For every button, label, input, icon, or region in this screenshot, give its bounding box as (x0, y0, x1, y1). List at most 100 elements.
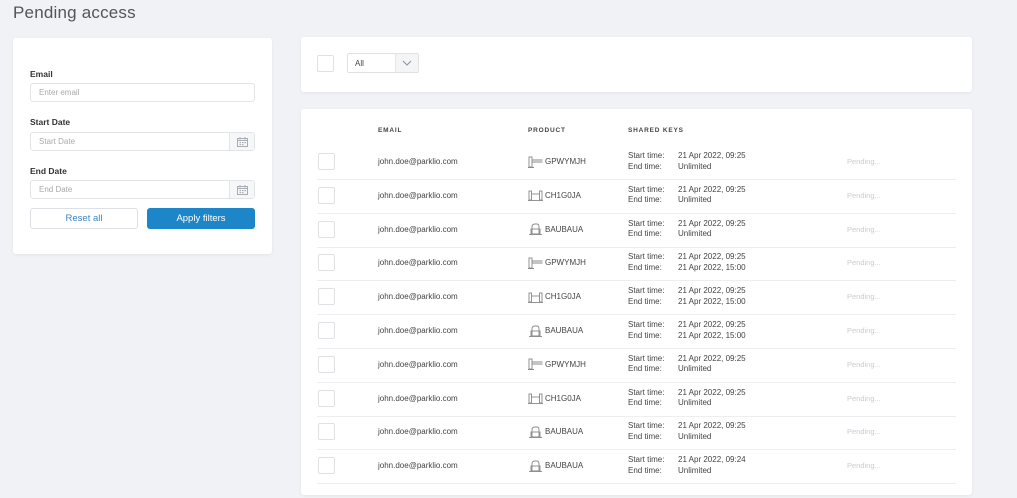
row-product-code: BAUBAUA (545, 224, 584, 234)
row-product: GPWYMJH (528, 246, 586, 279)
row-product-code: CH1G0JA (545, 190, 582, 200)
start-time-label: Start time: (628, 455, 665, 465)
row-email: john.doe@parklio.com (378, 224, 458, 234)
row-status: Pending... (847, 292, 881, 302)
row-product: CH1G0JA (528, 382, 581, 415)
row-status: Pending... (847, 461, 881, 471)
row-start-time: 21 Apr 2022, 09:25 (678, 151, 746, 160)
row-product: BAUBAUA (528, 415, 583, 448)
row-product: GPWYMJH (528, 145, 586, 178)
column-header-email: EMAIL (378, 127, 403, 134)
start-time-label: Start time: (628, 218, 665, 228)
row-checkbox[interactable] (318, 186, 335, 204)
end-date-placeholder: End Date (39, 185, 73, 194)
row-checkbox[interactable] (318, 288, 335, 306)
row-email: john.doe@parklio.com (378, 326, 458, 335)
end-time-label: End time: (628, 296, 662, 306)
table-row[interactable]: john.doe@parklio.com CH1G0JA Start time: 21… (317, 382, 956, 417)
row-product: CH1G0JA (528, 179, 581, 212)
row-checkbox[interactable] (318, 389, 335, 407)
row-email: john.doe@parklio.com (378, 258, 458, 268)
row-start-time: 21 Apr 2022, 09:25 (678, 387, 746, 397)
row-start-time: 21 Apr 2022, 09:25 (678, 286, 746, 296)
start-time-label: Start time: (628, 387, 665, 397)
chevron-down-icon[interactable] (395, 54, 418, 72)
row-status: Pending... (847, 427, 881, 437)
table-row[interactable]: john.doe@parklio.com CH1G0JA Start time: 21… (317, 179, 956, 214)
lock-icon (528, 426, 545, 438)
start-time-label: Start time: (628, 353, 665, 363)
row-checkbox[interactable] (318, 322, 335, 339)
end-date-field[interactable]: End Date (30, 180, 255, 199)
row-start-time: 21 Apr 2022, 09:25 (678, 218, 746, 228)
row-start-time: 21 Apr 2022, 09:25 (678, 184, 746, 194)
barrier-icon (528, 358, 545, 371)
row-end-time: Unlimited (678, 161, 712, 171)
start-time-label: Start time: (628, 320, 665, 329)
row-end-time: Unlimited (678, 398, 712, 408)
row-email: john.doe@parklio.com (378, 427, 458, 437)
table-row[interactable]: john.doe@parklio.com BAUBAUA Start time: 21… (317, 415, 956, 451)
end-time-label: End time: (628, 262, 662, 272)
end-time-label: End time: (628, 465, 662, 475)
end-time-label: End time: (628, 229, 662, 239)
column-header-shared-keys: SHARED KEYS (628, 127, 684, 134)
reset-all-button[interactable]: Reset all (30, 208, 138, 229)
row-checkbox[interactable] (318, 457, 335, 475)
end-time-label: End time: (628, 431, 662, 441)
row-shared-keys: Start time: 21 Apr 2022, 09:25 End time: Un… (628, 354, 746, 375)
row-checkbox[interactable] (318, 423, 335, 441)
row-email: john.doe@parklio.com (378, 292, 458, 302)
row-status: Pending... (847, 224, 881, 234)
row-email: john.doe@parklio.com (378, 393, 458, 403)
start-time-label: Start time: (628, 286, 665, 296)
row-product-code: BAUBAUA (545, 461, 584, 471)
table-row[interactable]: john.doe@parklio.com BAUBAUA Start time: 21… (317, 449, 956, 485)
filter-panel: Email Start Date Start Date End Date End… (13, 38, 272, 254)
row-status: Pending... (847, 326, 881, 335)
selection-dropdown[interactable]: All (347, 53, 419, 73)
row-product: BAUBAUA (528, 449, 583, 482)
row-checkbox[interactable] (318, 355, 335, 373)
email-field[interactable] (30, 83, 255, 102)
table-row[interactable]: john.doe@parklio.com CH1G0JA Start time: 21… (317, 280, 956, 316)
table-row[interactable]: john.doe@parklio.com BAUBAUA Start time: 21… (317, 314, 956, 349)
gate-icon (528, 291, 545, 303)
barrier-icon (528, 156, 545, 168)
table-row[interactable]: john.doe@parklio.com GPWYMJH Start time: 21… (317, 348, 956, 383)
table-row[interactable]: john.doe@parklio.com BAUBAUA Start time: 21… (317, 213, 956, 248)
start-date-field[interactable]: Start Date (30, 132, 255, 151)
row-product-code: CH1G0JA (545, 292, 582, 302)
apply-filters-button[interactable]: Apply filters (147, 208, 255, 229)
row-product: CH1G0JA (528, 280, 581, 313)
row-shared-keys: Start time: 21 Apr 2022, 09:24 End time: Un… (628, 455, 746, 476)
start-date-label: Start Date (30, 117, 71, 127)
row-start-time: 21 Apr 2022, 09:25 (678, 320, 746, 329)
row-product: GPWYMJH (528, 348, 586, 381)
table-row[interactable]: john.doe@parklio.com GPWYMJH Start time: 21… (317, 246, 956, 282)
row-start-time: 21 Apr 2022, 09:25 (678, 353, 746, 363)
row-end-time: Unlimited (678, 195, 712, 205)
row-email: john.doe@parklio.com (378, 157, 458, 166)
table-row[interactable]: john.doe@parklio.com GPWYMJH Start time: 21… (317, 145, 956, 180)
row-end-time: Unlimited (678, 229, 712, 239)
email-label: Email (30, 69, 53, 79)
gate-icon (528, 392, 545, 405)
row-checkbox[interactable] (318, 254, 335, 272)
row-shared-keys: Start time: 21 Apr 2022, 09:25 End time: Un… (628, 185, 746, 206)
row-checkbox[interactable] (318, 153, 335, 170)
row-start-time: 21 Apr 2022, 09:24 (678, 455, 746, 465)
row-end-time: 21 Apr 2022, 15:00 (678, 262, 746, 272)
barrier-icon (528, 257, 545, 269)
row-checkbox[interactable] (318, 220, 335, 238)
row-email: john.doe@parklio.com (378, 190, 458, 200)
row-product-code: CH1G0JA (545, 393, 582, 403)
lock-icon (528, 460, 545, 472)
column-header-product: PRODUCT (528, 127, 566, 134)
calendar-icon[interactable] (229, 181, 254, 198)
row-status: Pending... (847, 393, 881, 403)
calendar-icon[interactable] (229, 133, 254, 150)
select-all-checkbox[interactable] (317, 55, 334, 72)
row-product-code: GPWYMJH (545, 157, 586, 166)
gate-icon (528, 189, 545, 202)
